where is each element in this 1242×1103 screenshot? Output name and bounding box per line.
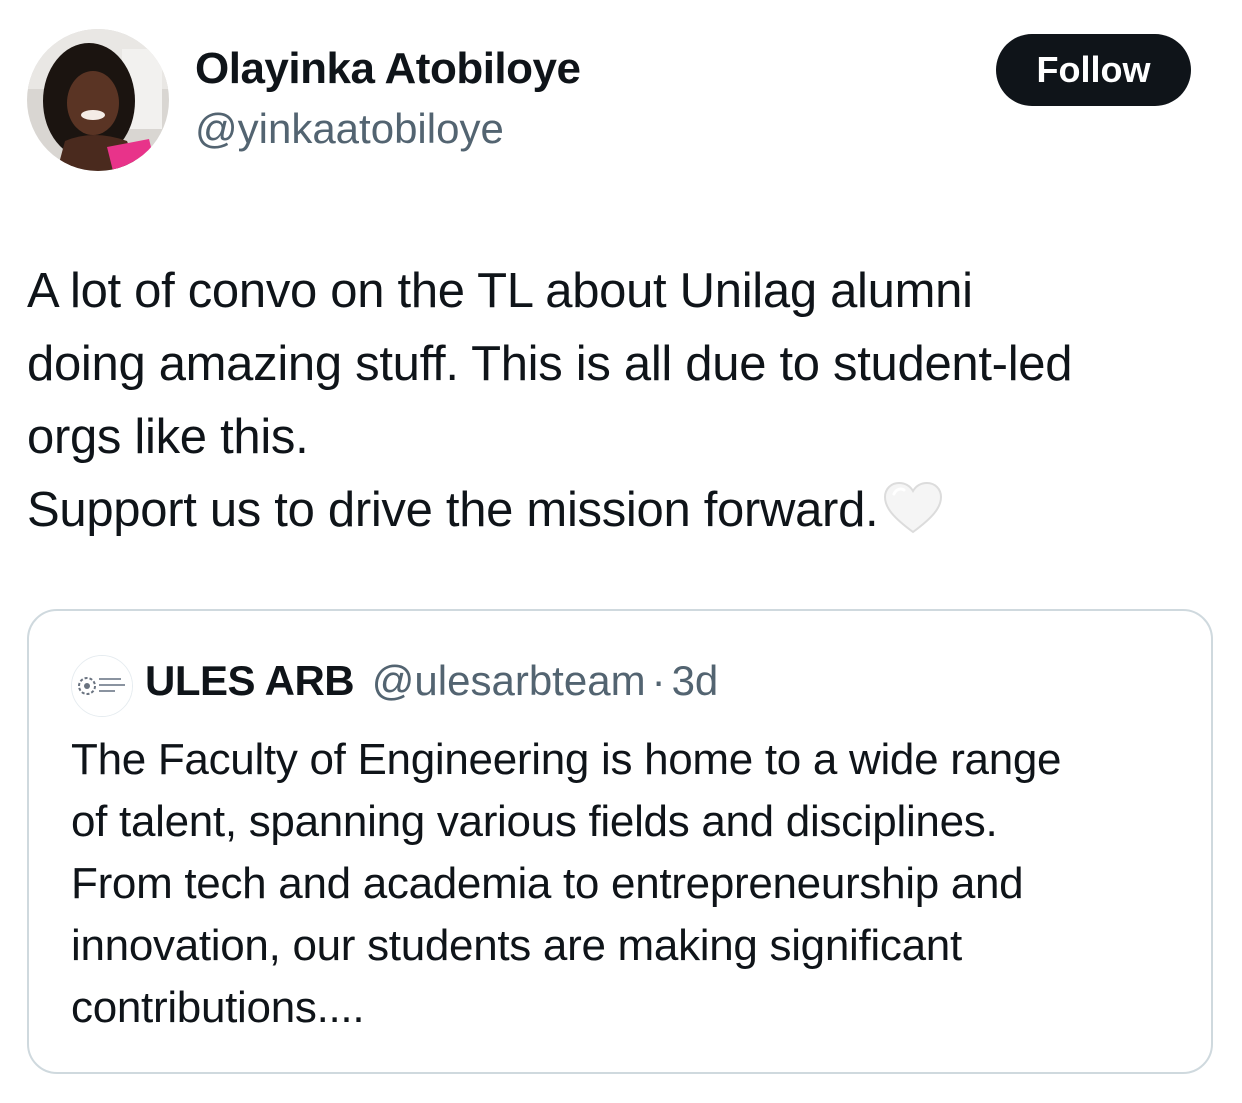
quoted-tweet-text: The Faculty of Engineering is home to a … [71, 729, 1191, 1039]
tweet-text-line: A lot of convo on the TL about Unilag al… [27, 264, 973, 318]
tweet-text-line-content: Support us to drive the mission forward. [27, 483, 879, 537]
author-handle[interactable]: @yinkaatobiloye [195, 105, 504, 153]
separator-dot: · [651, 657, 666, 704]
follow-button[interactable]: Follow [996, 34, 1191, 106]
quoted-author-handle[interactable]: @ulesarbteam [372, 657, 646, 704]
quoted-text-line: innovation, our students are making sign… [71, 921, 962, 970]
quoted-tweet-header: ULES ARB @ulesarbteam · 3d [145, 657, 718, 705]
profile-photo-icon [27, 29, 169, 171]
quoted-text-line: of talent, spanning various fields and d… [71, 797, 998, 846]
quoted-tweet-time[interactable]: 3d [672, 657, 719, 704]
tweet-text-line-last: Support us to drive the mission forward. [27, 474, 1227, 557]
tweet-text-line: doing amazing stuff. This is all due to … [27, 337, 1073, 391]
tweet-text: A lot of convo on the TL about Unilag al… [27, 255, 1227, 557]
author-avatar[interactable] [27, 29, 169, 171]
quoted-text-line: contributions.... [71, 983, 365, 1032]
tweet-text-line: orgs like this. [27, 410, 309, 464]
white-heart-icon [882, 480, 944, 557]
org-logo-icon [72, 656, 132, 716]
quoted-tweet-card[interactable]: ULES ARB @ulesarbteam · 3d The Faculty of … [27, 609, 1213, 1074]
quoted-text-line: From tech and academia to entrepreneursh… [71, 859, 1024, 908]
tweet-container: Olayinka Atobiloye @yinkaatobiloye Follo… [0, 0, 1242, 1103]
quoted-text-line: The Faculty of Engineering is home to a … [71, 735, 1062, 784]
quoted-author-name[interactable]: ULES ARB [145, 657, 355, 704]
quoted-author-avatar[interactable] [71, 655, 133, 717]
author-name[interactable]: Olayinka Atobiloye [195, 44, 581, 94]
